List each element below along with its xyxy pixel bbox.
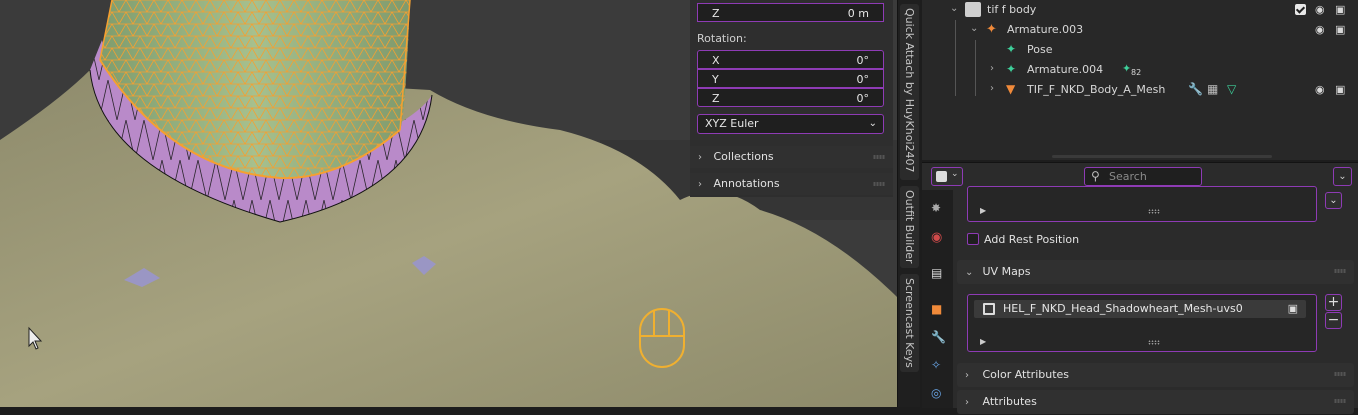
camera-icon[interactable]: ▣	[1335, 3, 1345, 16]
outliner-row-collection[interactable]: ⌄ tif f body ◉ ▣	[922, 0, 1358, 20]
search-icon: ⚲	[1091, 169, 1100, 183]
annotations-section[interactable]: › Annotations	[690, 173, 893, 195]
chevron-right-icon[interactable]: ›	[990, 63, 994, 74]
properties-editor: ⌄ ⚲ Search ⌄ ✸ ◉ ▤ ■ 🔧 ✧ ◎ ▶ ⌄ Add Rest …	[922, 162, 1358, 414]
remove-uv-map-button[interactable]: −	[1325, 312, 1342, 329]
uv-map-icon	[983, 303, 995, 315]
armature-icon: ✦	[986, 22, 997, 37]
eye-icon[interactable]: ◉	[1315, 3, 1325, 16]
outliner-row-pose[interactable]: ✦ Pose	[922, 40, 1358, 60]
mesh-data-icon[interactable]: ▽	[1227, 82, 1236, 96]
outliner: ⌄ tif f body ◉ ▣ ⌄ ✦ Armature.003 ◉ ▣ ✦ …	[922, 0, 1358, 160]
tab-quick-attach[interactable]: Quick Attach by HuyKhoi2407	[900, 4, 919, 180]
color-attributes-section[interactable]: › Color Attributes	[957, 363, 1354, 387]
horizontal-scrollbar[interactable]	[1052, 155, 1272, 158]
camera-icon[interactable]: ▣	[1335, 23, 1345, 36]
drag-grip-icon[interactable]	[873, 182, 885, 186]
rotation-label: Rotation:	[697, 32, 747, 45]
expand-triangle-icon[interactable]: ▶	[980, 337, 986, 346]
attributes-section[interactable]: › Attributes	[957, 390, 1354, 414]
eye-icon[interactable]: ◉	[1315, 23, 1325, 36]
uv-maps-list[interactable]: HEL_F_NKD_Head_Shadowheart_Mesh-uvs0 ▣ ▶	[967, 294, 1317, 352]
rotation-mode-select[interactable]: XYZ Euler ⌄	[697, 114, 884, 134]
eye-icon[interactable]: ◉	[1315, 83, 1325, 96]
options-dropdown[interactable]: ⌄	[1333, 167, 1352, 186]
bone-icon: ✦	[1122, 62, 1132, 75]
shape-keys-list[interactable]: ▶	[967, 186, 1317, 222]
collection-tab-icon[interactable]: ▤	[927, 264, 948, 285]
object-tab-icon[interactable]: ■	[927, 300, 948, 321]
outliner-row-armature-004[interactable]: › ✦ Armature.004 ✦ 82	[922, 60, 1358, 80]
armature-icon: ✦	[1006, 62, 1017, 76]
uv-maps-section[interactable]: ⌄ UV Maps	[957, 260, 1354, 284]
chevron-down-icon[interactable]: ⌄	[950, 3, 958, 14]
collections-section[interactable]: › Collections	[690, 146, 893, 168]
camera-icon[interactable]: ▣	[1335, 83, 1345, 96]
include-checkbox[interactable]	[1295, 4, 1306, 15]
chevron-down-icon: ⌄	[965, 267, 974, 278]
properties-tab-column: ✸ ◉ ▤ ■ 🔧 ✧ ◎	[922, 190, 953, 408]
location-z-field[interactable]: Z 0 m	[697, 3, 884, 22]
wrench-icon[interactable]: 🔧	[1188, 82, 1203, 96]
chevron-right-icon: ›	[698, 152, 702, 163]
drag-grip-icon[interactable]	[1334, 269, 1346, 273]
editor-type-button[interactable]: ⌄	[931, 167, 963, 186]
tab-screencast-keys[interactable]: Screencast Keys	[900, 274, 919, 372]
chevron-down-icon: ⌄	[868, 118, 877, 129]
add-uv-map-button[interactable]: +	[1325, 294, 1342, 311]
collection-icon	[965, 2, 981, 17]
drag-grip-icon[interactable]	[873, 155, 885, 159]
chevron-right-icon: ›	[965, 370, 969, 381]
search-input[interactable]: ⚲ Search	[1084, 167, 1202, 186]
resize-grip-icon[interactable]	[1148, 340, 1160, 345]
drag-grip-icon[interactable]	[1334, 399, 1346, 403]
mesh-icon: ▼	[1006, 82, 1016, 96]
rotation-z-field[interactable]: Z 0°	[697, 88, 884, 107]
list-menu-button[interactable]: ⌄	[1325, 192, 1342, 209]
tab-outfit-builder[interactable]: Outfit Builder	[900, 186, 919, 268]
resize-grip-icon[interactable]	[1148, 209, 1160, 214]
properties-body: ▶ ⌄ Add Rest Position ⌄ UV Maps HEL_F_NK…	[953, 186, 1358, 414]
vertex-groups-icon[interactable]: ▦	[1207, 82, 1218, 96]
properties-icon	[936, 171, 947, 182]
chevron-right-icon: ›	[698, 179, 702, 190]
rotation-y-field[interactable]: Y 0°	[697, 69, 884, 88]
particles-tab-icon[interactable]: ✧	[927, 356, 948, 377]
bone-count-badge: 82	[1131, 68, 1142, 77]
expand-triangle-icon[interactable]: ▶	[980, 206, 986, 215]
chevron-down-icon: ⌄	[951, 169, 959, 179]
rotation-x-field[interactable]: X 0°	[697, 50, 884, 69]
outliner-row-mesh[interactable]: › ▼ TIF_F_NKD_Body_A_Mesh 🔧 ▦ ▽ ◉ ▣	[922, 80, 1358, 100]
chevron-right-icon: ›	[965, 397, 969, 408]
modifier-tab-icon[interactable]: 🔧	[927, 328, 948, 349]
n-panel-transform: Z 0 m Rotation: X 0° Y 0° Z 0° XYZ Euler…	[690, 0, 893, 197]
pose-icon: ✦	[1006, 42, 1017, 56]
chevron-right-icon[interactable]: ›	[990, 83, 994, 94]
physics-tab-icon[interactable]: ◎	[927, 384, 948, 405]
world-tab-icon[interactable]: ◉	[927, 228, 948, 249]
outliner-row-armature-003[interactable]: ⌄ ✦ Armature.003 ◉ ▣	[922, 20, 1358, 40]
camera-icon[interactable]: ▣	[1288, 302, 1298, 315]
sidebar-tab-strip: Quick Attach by HuyKhoi2407 Outfit Build…	[897, 0, 920, 407]
3d-viewport[interactable]: Z 0 m Rotation: X 0° Y 0° Z 0° XYZ Euler…	[0, 0, 900, 407]
drag-grip-icon[interactable]	[1334, 372, 1346, 376]
render-tab-icon[interactable]: ✸	[927, 199, 948, 220]
chevron-down-icon[interactable]: ⌄	[970, 23, 978, 34]
uv-map-item[interactable]: HEL_F_NKD_Head_Shadowheart_Mesh-uvs0 ▣	[974, 300, 1306, 318]
